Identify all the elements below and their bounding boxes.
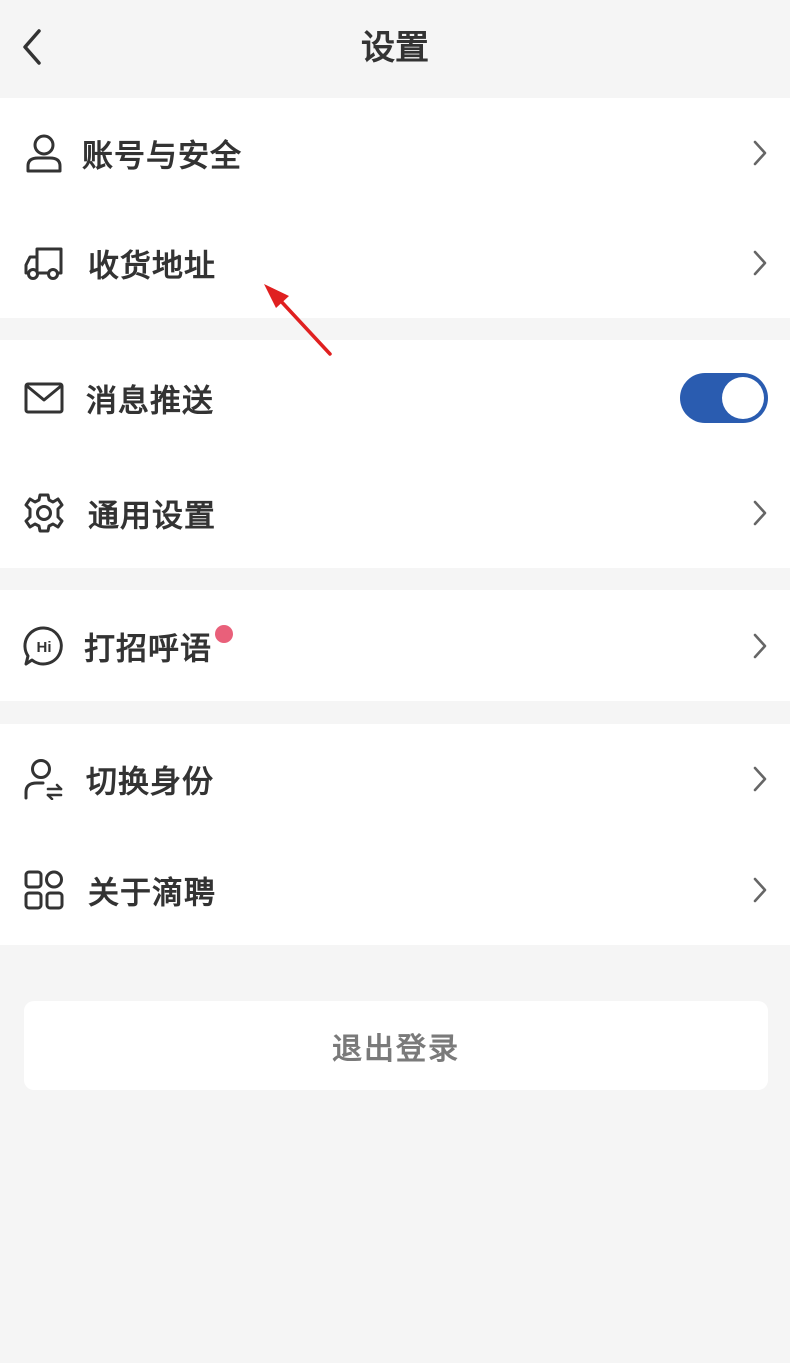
svg-text:Hi: Hi [37,639,52,656]
truck-icon [22,241,66,285]
settings-group-greeting: Hi 打招呼语 [0,590,790,701]
nav-bar: 设置 [0,0,790,98]
setting-row-switch-identity[interactable]: 切换身份 [0,724,790,834]
setting-label: 通用设置 [88,498,216,535]
chevron-right-icon [753,140,767,166]
setting-label: 账号与安全 [82,138,242,175]
setting-label: 消息推送 [86,383,214,420]
setting-label: 关于滴聘 [88,875,216,912]
setting-row-about[interactable]: 关于滴聘 [0,835,790,945]
grid-apps-icon [22,868,66,912]
chevron-right-icon [753,766,767,792]
badge-red-dot [215,625,233,643]
hi-chat-icon: Hi [22,624,66,668]
setting-label: 收货地址 [88,248,216,285]
page-title: 设置 [361,28,429,68]
settings-group-notifications: 消息推送 通用设置 [0,340,790,568]
setting-row-general-settings[interactable]: 通用设置 [0,458,790,568]
gear-icon [22,491,66,535]
logout-button[interactable]: 退出登录 [24,1001,768,1090]
switch-user-icon [22,757,66,801]
chevron-right-icon [753,250,767,276]
mail-icon [22,376,66,420]
chevron-right-icon [753,877,767,903]
setting-row-greeting-phrases[interactable]: Hi 打招呼语 [0,590,790,701]
settings-group-about: 切换身份 关于滴聘 [0,724,790,945]
chevron-right-icon [753,633,767,658]
setting-row-message-push: 消息推送 [0,342,790,454]
setting-label: 切换身份 [86,764,214,801]
toggle-knob [722,377,764,419]
chevron-right-icon [753,500,767,526]
setting-row-account-security[interactable]: 账号与安全 [0,98,790,208]
message-push-toggle[interactable] [680,373,768,423]
user-icon [22,131,66,175]
setting-label: 打招呼语 [84,631,212,667]
settings-group-account: 账号与安全 收货地址 [0,98,790,318]
setting-row-shipping-address[interactable]: 收货地址 [0,208,790,318]
